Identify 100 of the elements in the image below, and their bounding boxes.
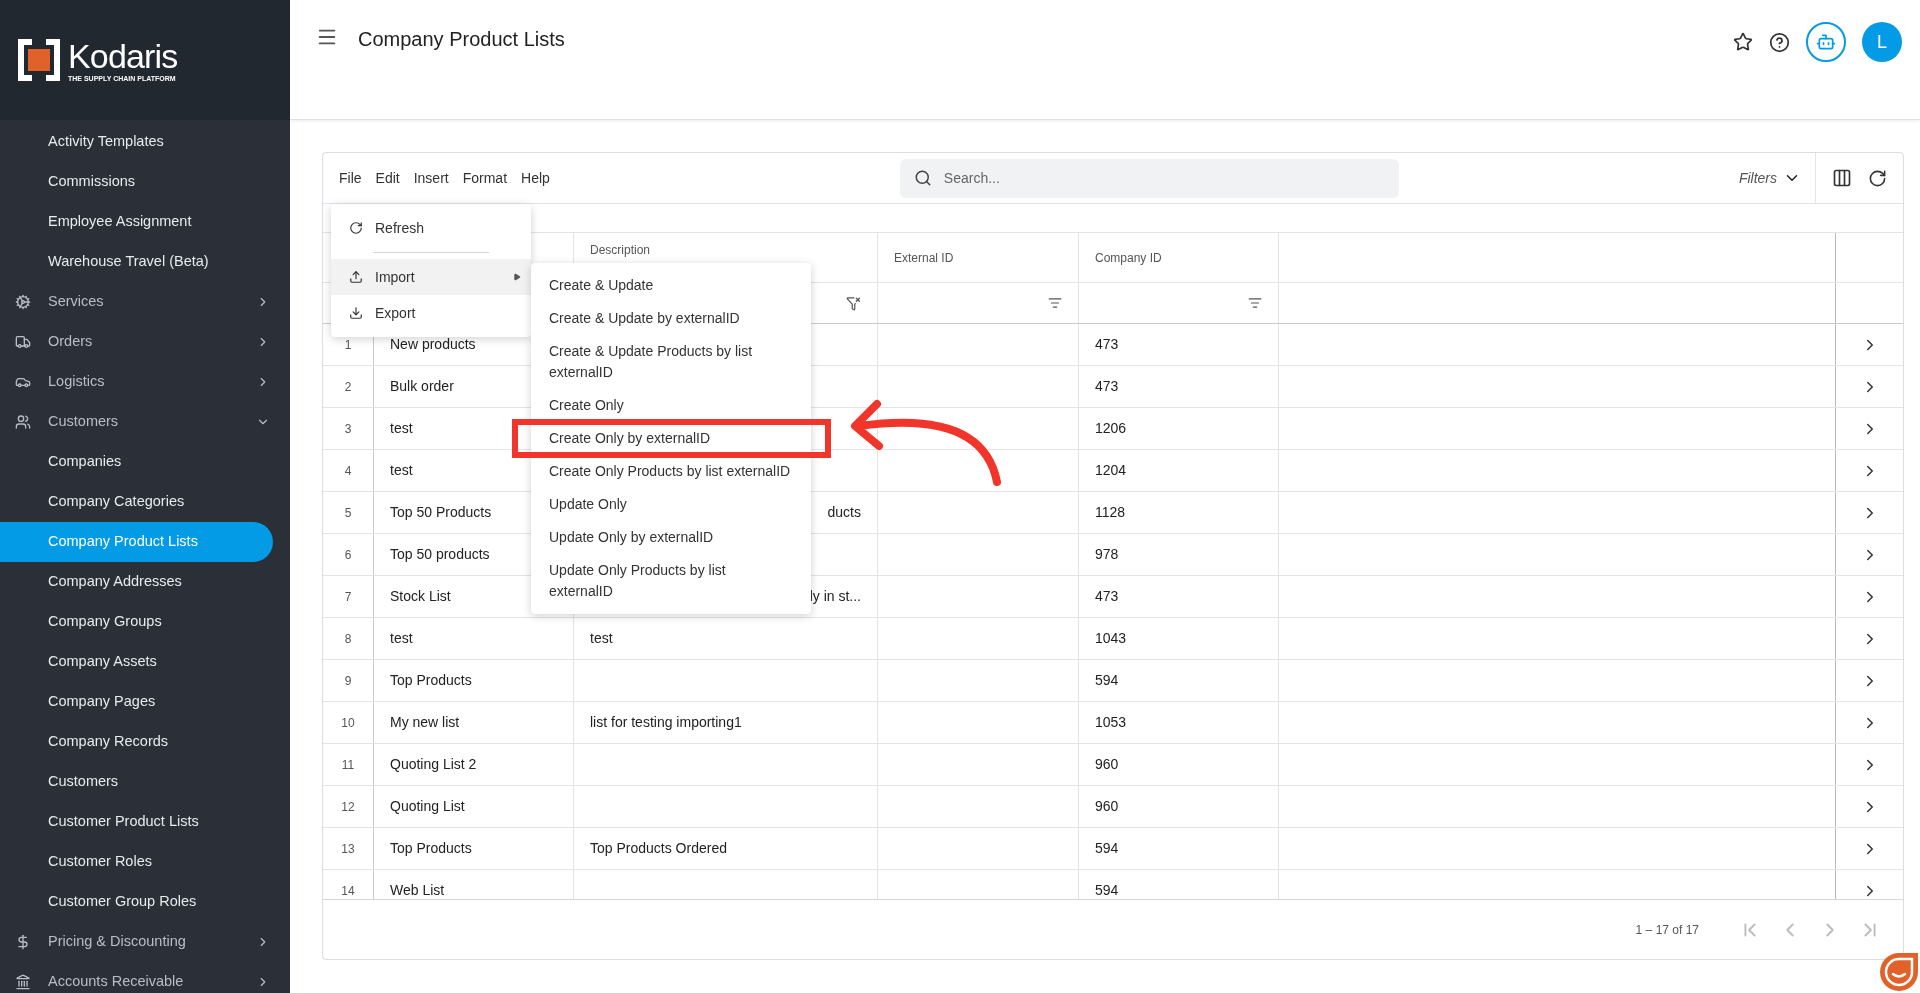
dollar-icon: [15, 934, 31, 950]
filter-icon[interactable]: [1248, 296, 1262, 310]
sidebar-item[interactable]: Company Addresses: [0, 562, 290, 602]
row-number: 2: [323, 366, 374, 407]
robot-icon: [1816, 32, 1836, 52]
submenu-arrow-icon: [513, 273, 521, 281]
search-icon: [913, 168, 932, 187]
table-cell-text: Top Products Ordered: [590, 839, 727, 858]
row-number: 7: [323, 576, 374, 617]
sidebar-group[interactable]: Logistics: [0, 362, 290, 402]
assistant-button[interactable]: [1806, 22, 1846, 62]
sidebar-item[interactable]: Customer Product Lists: [0, 802, 290, 842]
menu-item[interactable]: Create & Update: [531, 269, 811, 302]
sidebar-item[interactable]: Employee Assignment: [0, 202, 290, 242]
table-cell-text: list for testing importing1: [590, 713, 742, 732]
table-cell: 594: [1079, 870, 1279, 899]
logo-icon: [18, 39, 60, 81]
menu-item-label: Export: [375, 303, 417, 323]
row-number: 14: [323, 870, 374, 899]
brand-name: Kodaris: [68, 38, 178, 73]
row-number: 3: [323, 408, 374, 449]
menu-bar-item[interactable]: Format: [462, 167, 508, 189]
sidebar-item[interactable]: Company Categories: [0, 482, 290, 522]
menu-bar-item[interactable]: Insert: [413, 167, 449, 189]
row-number: 6: [323, 534, 374, 575]
people-icon: [15, 414, 31, 430]
sidebar-item[interactable]: Warehouse Travel (Beta): [0, 242, 290, 282]
search-field[interactable]: Search...: [899, 158, 1399, 198]
truck-icon: [15, 334, 31, 350]
row-number: 13: [323, 828, 374, 869]
table-cell-text: ducts: [827, 503, 861, 522]
table-cell: Web List: [374, 870, 574, 899]
table-cell-text: test: [590, 629, 613, 648]
filters-button[interactable]: Filters: [1738, 167, 1815, 189]
columns-icon[interactable]: [1832, 168, 1852, 188]
sidebar-group-label: Logistics: [48, 372, 106, 392]
table-cell: 960: [1079, 744, 1279, 785]
sidebar-group-label: Orders: [48, 332, 94, 352]
table-cell: 473: [1079, 366, 1279, 407]
menu-bar-item[interactable]: Help: [521, 167, 550, 189]
sidebar-item[interactable]: Commissions: [0, 162, 290, 202]
sidebar-item[interactable]: Customer Roles: [0, 842, 290, 882]
table-cell: My new list: [374, 702, 574, 743]
favorite-star-icon[interactable]: [1733, 32, 1753, 52]
sidebar-item[interactable]: Company Pages: [0, 682, 290, 722]
table-cell: Quoting List 2: [374, 744, 574, 785]
table-cell: 960: [1079, 786, 1279, 827]
sidebar-item[interactable]: Activity Templates: [0, 122, 290, 162]
gears-icon: [15, 294, 31, 310]
table-cell: 594: [1079, 660, 1279, 701]
menu-bar-item[interactable]: Edit: [375, 167, 400, 189]
sidebar-group[interactable]: Services: [0, 282, 290, 322]
sidebar-item[interactable]: Company Groups: [0, 602, 290, 642]
menu-item[interactable]: Import: [331, 259, 531, 295]
download-icon: [349, 306, 363, 320]
table-cell: 1043: [1079, 618, 1279, 659]
table-cell: 594: [1079, 828, 1279, 869]
column-header: Description: [590, 243, 651, 257]
filter-icon[interactable]: [1048, 296, 1062, 310]
row-number: 11: [323, 744, 374, 785]
sidebar-group[interactable]: Customers: [0, 402, 290, 442]
sidebar-item[interactable]: Companies: [0, 442, 290, 482]
refresh-icon[interactable]: [1868, 168, 1887, 188]
chat-bubble-icon[interactable]: [1878, 951, 1920, 993]
sidebar-group[interactable]: Pricing & Discounting: [0, 922, 290, 962]
table-cell: 473: [1079, 576, 1279, 617]
sidebar-item[interactable]: Customer Group Roles: [0, 882, 290, 922]
menu-bar-item[interactable]: File: [339, 167, 362, 189]
column-header: External ID: [894, 251, 954, 265]
help-icon[interactable]: [1769, 31, 1790, 53]
table-cell: 473: [1079, 324, 1279, 365]
table-cell-text: ly in st...: [809, 587, 861, 606]
menu-item[interactable]: Refresh: [331, 210, 531, 246]
table-cell: 1206: [1079, 408, 1279, 449]
sidebar-group-label: Pricing & Discounting: [48, 932, 187, 952]
sidebar-item[interactable]: Company Assets: [0, 642, 290, 682]
page-title: Company Product Lists: [358, 27, 565, 52]
table-cell: Top Products: [374, 828, 574, 869]
sidebar-group-label: Customers: [48, 412, 120, 432]
sidebar-group[interactable]: Accounts Receivable: [0, 962, 290, 993]
clear-filter-icon[interactable]: [846, 295, 861, 311]
sidebar-group[interactable]: Orders: [0, 322, 290, 362]
table-cell: 1053: [1079, 702, 1279, 743]
table-cell: 978: [1079, 534, 1279, 575]
sidebar-item[interactable]: Customers: [0, 762, 290, 802]
refresh-icon: [349, 221, 363, 235]
menu-item-label: Import: [375, 267, 416, 287]
row-number: 10: [323, 702, 374, 743]
sidebar-group-label: Services: [48, 292, 105, 312]
sidebar-group-label: Accounts Receivable: [48, 972, 185, 992]
row-number: 5: [323, 492, 374, 533]
table-cell: 1128: [1079, 492, 1279, 533]
menu-item-label: Refresh: [375, 218, 426, 238]
table-cell: test: [374, 618, 574, 659]
row-number: 8: [323, 618, 374, 659]
pagination-range: 1 – 17 of 17: [1635, 921, 1699, 939]
table-cell: Quoting List: [374, 786, 574, 827]
sidebar-item[interactable]: Company Records: [0, 722, 290, 762]
bank-icon: [15, 974, 31, 990]
table-cell: 1204: [1079, 450, 1279, 491]
